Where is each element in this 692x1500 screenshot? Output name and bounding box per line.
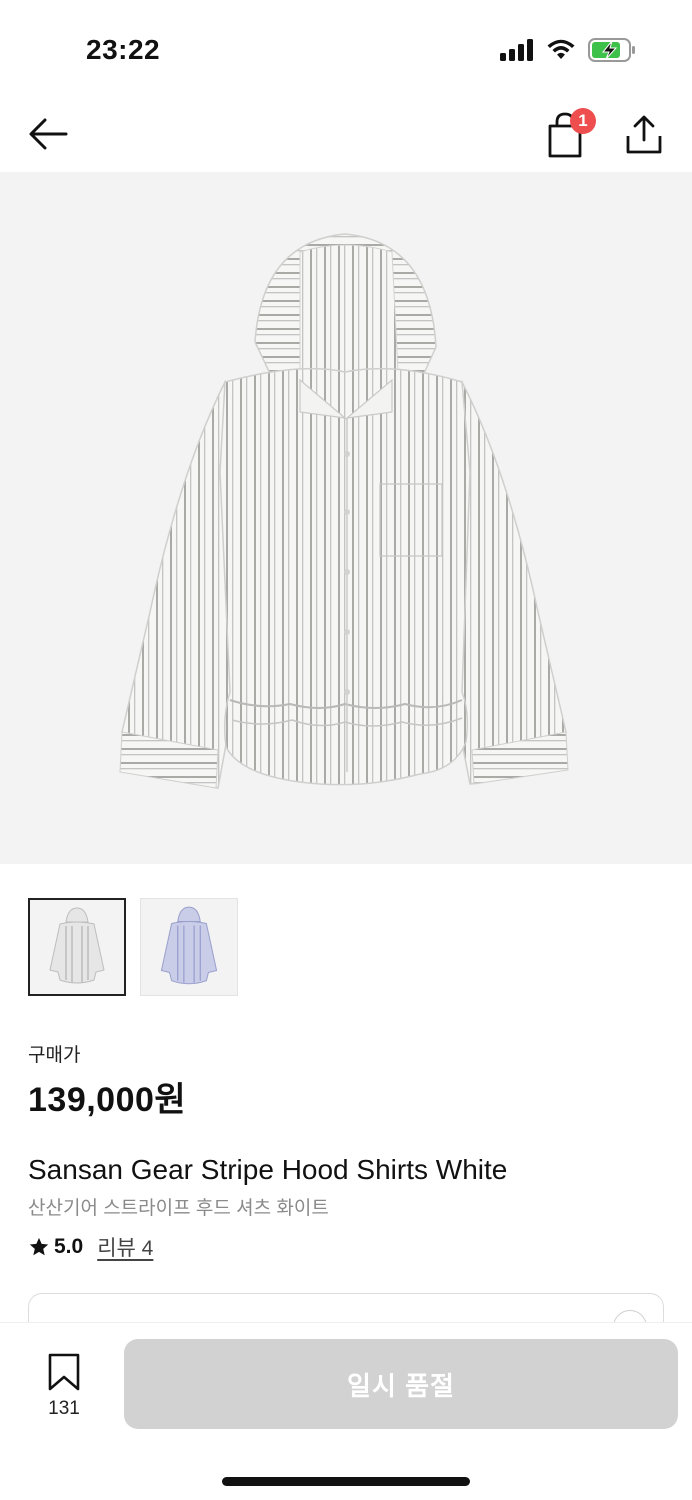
- star-icon: [29, 1237, 49, 1256]
- wishlist-button[interactable]: 131: [42, 1353, 86, 1420]
- product-image[interactable]: [0, 172, 692, 864]
- bottom-action-bar: 131 일시 품절: [0, 1322, 692, 1500]
- review-link[interactable]: 리뷰 4: [97, 1232, 153, 1262]
- rating-row: 5.0 리뷰 4: [28, 1232, 153, 1262]
- wifi-icon: [547, 39, 575, 59]
- wishlist-count: 131: [48, 1398, 80, 1419]
- arrow-left-icon: [29, 118, 68, 150]
- cart-count-badge: 1: [570, 108, 596, 134]
- back-button[interactable]: [26, 112, 70, 156]
- hooded-shirt-thumbnail-icon: [160, 906, 218, 985]
- sold-out-button[interactable]: 일시 품절: [124, 1339, 678, 1429]
- thumbnail-list: [28, 898, 238, 996]
- signal-icon: [500, 39, 533, 61]
- cart-button[interactable]: 1: [544, 108, 596, 158]
- nav-bar: 1: [0, 100, 692, 172]
- thumbnail-blue[interactable]: [140, 898, 238, 996]
- battery-charging-icon: [588, 38, 635, 62]
- share-button[interactable]: [622, 112, 666, 156]
- status-icons: [500, 38, 636, 62]
- status-time: 23:22: [86, 34, 161, 65]
- home-indicator: [222, 1477, 470, 1486]
- price: 139,000원: [28, 1081, 187, 1119]
- thumbnail-white[interactable]: [28, 898, 126, 996]
- status-bar: 23:22: [0, 0, 692, 100]
- product-subtitle: 산산기어 스트라이프 후드 셔츠 화이트: [28, 1198, 329, 1219]
- hooded-shirt-thumbnail-icon: [49, 907, 105, 984]
- product-title: Sansan Gear Stripe Hood Shirts White: [28, 1154, 508, 1185]
- share-icon: [626, 115, 662, 154]
- rating-value: 5.0: [54, 1235, 84, 1258]
- price-label: 구매가: [28, 1045, 81, 1066]
- bookmark-icon: [48, 1353, 80, 1391]
- hooded-shirt-image: [119, 233, 569, 789]
